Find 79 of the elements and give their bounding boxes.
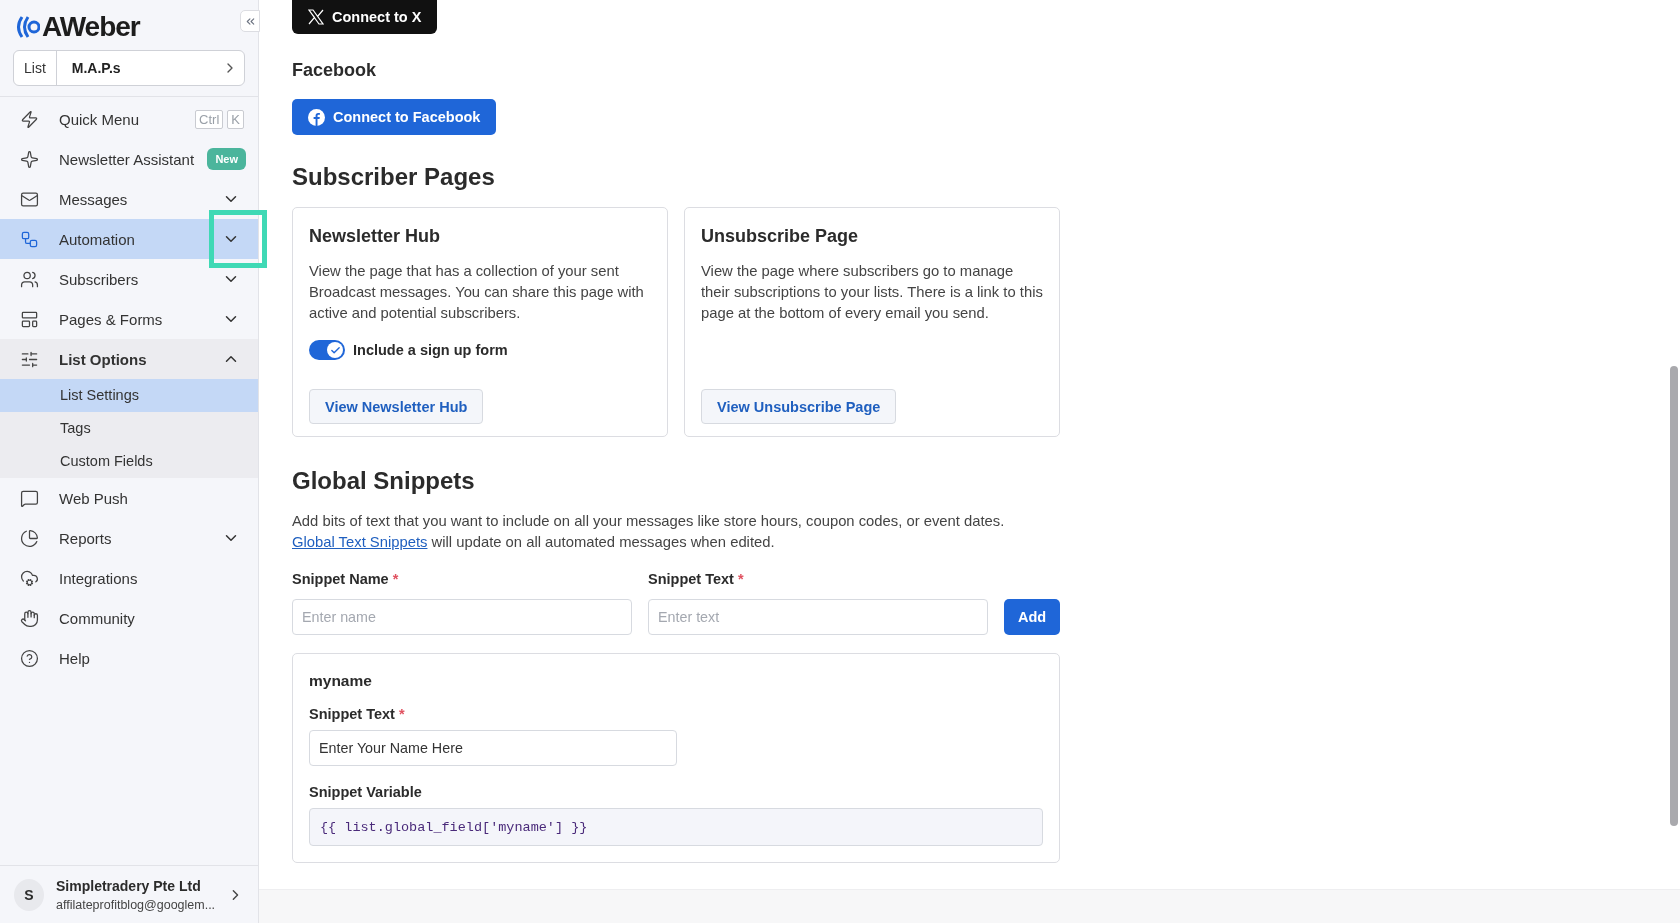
field-label: Snippet Text * xyxy=(648,571,745,587)
nav-label: Quick Menu xyxy=(59,110,141,128)
nav-subitem[interactable]: Tags xyxy=(0,412,258,445)
nav-item[interactable]: Reports xyxy=(0,518,258,558)
input-field[interactable]: Enter Your Name Here xyxy=(309,730,677,766)
collapse-button[interactable] xyxy=(240,10,260,32)
nav-item[interactable]: Messages xyxy=(0,179,258,219)
field-label: Snippet Name * xyxy=(292,571,400,587)
keyboard-key: K xyxy=(227,109,244,129)
input-field[interactable]: Enter name xyxy=(292,599,632,635)
connect-x-button[interactable]: Connect to X xyxy=(292,0,438,34)
nav-label: Community xyxy=(59,609,136,627)
input-field[interactable]: Enter text xyxy=(648,599,988,635)
field-label: Snippet Variable xyxy=(309,784,423,800)
section-subheading: Facebook xyxy=(292,60,378,81)
nav-label: Pages & Forms xyxy=(59,310,164,328)
lightning-icon xyxy=(20,109,39,129)
logo-text: AWeber xyxy=(42,11,140,43)
view-page-button[interactable]: View Unsubscribe Page xyxy=(701,389,897,424)
nav-label: Integrations xyxy=(59,569,139,587)
sliders-icon xyxy=(20,349,39,369)
help-icon xyxy=(20,648,39,668)
message-icon xyxy=(20,488,39,508)
toggle-label: Include a sign up form xyxy=(353,342,508,358)
view-page-button[interactable]: View Newsletter Hub xyxy=(309,389,484,424)
nav-label: Newsletter Assistant xyxy=(59,150,196,168)
nav-label: Reports xyxy=(59,529,113,547)
check-icon xyxy=(329,344,341,356)
layout-icon xyxy=(20,309,39,329)
card-title: Unsubscribe Page xyxy=(701,226,860,247)
nav-item[interactable]: Community xyxy=(0,598,258,638)
list-label: List xyxy=(14,51,57,85)
nav-item[interactable]: Automation xyxy=(0,219,258,259)
nav-item[interactable]: Web Push xyxy=(0,478,258,518)
snippet-name: myname xyxy=(309,672,373,690)
people-icon xyxy=(20,269,39,289)
section-heading: Global Snippets xyxy=(292,467,476,495)
nav-item[interactable]: Quick Menu Ctrl K xyxy=(0,99,258,139)
nav-item[interactable]: Newsletter Assistant New xyxy=(0,139,258,179)
nav-label: Subscribers xyxy=(59,270,140,288)
snippets-link[interactable]: Global Text Snippets xyxy=(292,534,428,550)
toggle-switch[interactable] xyxy=(309,340,345,360)
nav-subitem[interactable]: Custom Fields xyxy=(0,445,258,478)
scrollbar[interactable] xyxy=(1670,366,1678,826)
nav-item[interactable]: List Options xyxy=(0,339,258,379)
card-description: View the page that has a collection of your sent Broadcast messages. You can share this page with active and potential subscribers. xyxy=(309,262,645,323)
account-name: Simpletradery Pte Ltd xyxy=(56,877,202,894)
new-badge: New xyxy=(207,148,246,170)
connect-facebook-button[interactable]: Connect to Facebook xyxy=(292,99,497,135)
pie-chart-icon xyxy=(20,528,39,548)
logo-icon xyxy=(14,14,40,40)
nav-item[interactable]: Subscribers xyxy=(0,259,258,299)
nav-item[interactable]: Pages & Forms xyxy=(0,299,258,339)
account-email: affilateprofitblog@googlem... xyxy=(56,897,216,912)
nav-label: Automation xyxy=(59,230,136,248)
nav-label: Web Push xyxy=(59,489,129,507)
x-logo-icon xyxy=(308,9,324,25)
flowchart-icon xyxy=(20,229,39,249)
section-description: Add bits of text that you want to include on all your messages like store hours, coupon codes, or event dates. Global Text Snippets will update on all automated messages when edited. xyxy=(292,512,1006,552)
list-selector[interactable]: List M.A.P.s xyxy=(13,50,245,86)
card-description: View the page where subscribers go to manage their subscriptions to your lists. There is a link to this page at the bottom of every email you send. xyxy=(701,262,1043,323)
nav-subitem[interactable]: List Settings xyxy=(0,379,258,412)
facebook-icon xyxy=(308,108,325,126)
variable-field[interactable]: {{ list.global_field['myname'] }} xyxy=(309,808,1043,846)
avatar: S xyxy=(14,878,44,911)
section-heading: Subscriber Pages xyxy=(292,163,496,191)
nav-label: List Options xyxy=(59,350,148,368)
nav-item[interactable]: Help xyxy=(0,638,258,678)
nav-item[interactable]: Integrations xyxy=(0,558,258,598)
sparkle-icon xyxy=(20,149,39,169)
cloud-icon xyxy=(20,568,39,588)
list-name: M.A.P.s xyxy=(70,60,122,76)
nav-label: Messages xyxy=(59,190,129,208)
nav-label: Help xyxy=(59,649,91,667)
add-button[interactable]: Add xyxy=(1004,599,1060,635)
keyboard-key: Ctrl xyxy=(195,109,224,129)
hand-icon xyxy=(20,608,39,628)
card-title: Newsletter Hub xyxy=(309,226,442,247)
field-label: Snippet Text * xyxy=(309,706,406,722)
